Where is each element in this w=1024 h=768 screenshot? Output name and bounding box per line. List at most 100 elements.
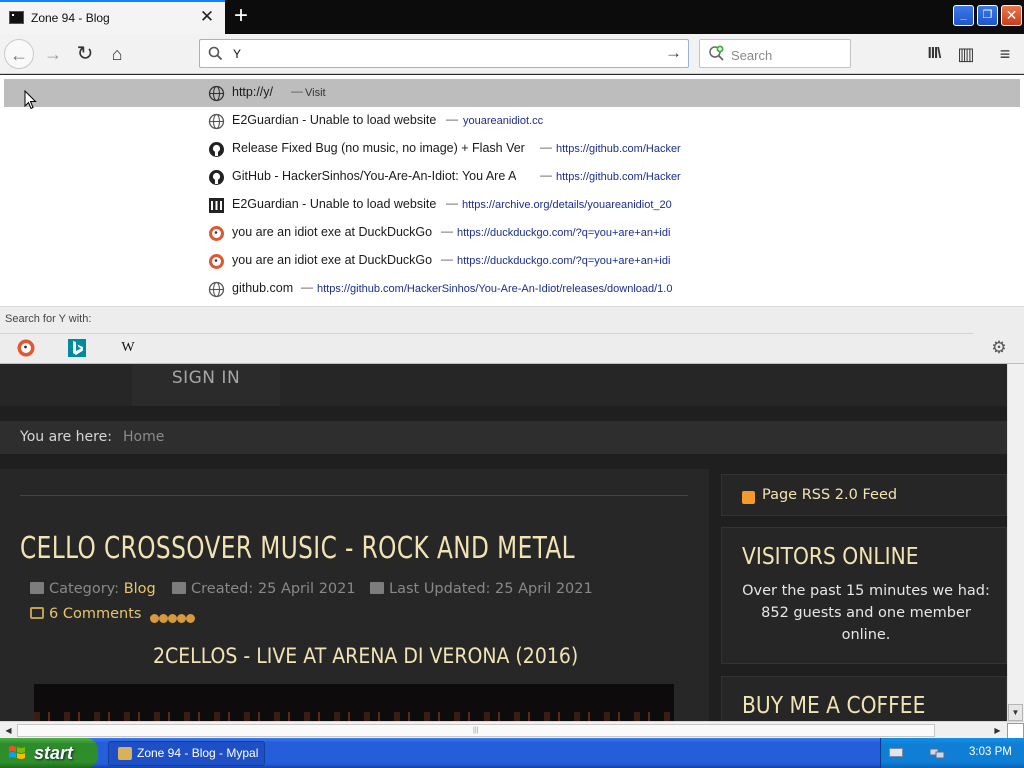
rating-star-icon[interactable] xyxy=(168,614,177,623)
search-input[interactable]: Search xyxy=(731,48,772,63)
github-icon xyxy=(209,170,224,185)
rating-star-icon[interactable] xyxy=(150,614,159,623)
category-label: Category: xyxy=(49,581,120,597)
rating-star-icon[interactable] xyxy=(159,614,168,623)
duckduckgo-engine-icon[interactable] xyxy=(16,338,36,358)
search-icon xyxy=(208,46,223,61)
keyboard-icon[interactable] xyxy=(889,748,903,757)
buy-me-a-coffee-module: BUY ME A COFFEE xyxy=(721,676,1007,721)
top-menu-bar: SIGN IN xyxy=(0,364,1007,406)
horizontal-scrollbar[interactable]: ◀ ||| ▶ xyxy=(0,721,1024,739)
suggestion-title: E2Guardian - Unable to load website xyxy=(232,197,437,211)
scroll-right-arrow-icon[interactable]: ▶ xyxy=(989,723,1006,738)
visitors-text: Over the past 15 minutes we had: 852 gue… xyxy=(742,583,990,643)
reload-button[interactable]: ↻ xyxy=(70,39,100,69)
home-button[interactable]: ⌂ xyxy=(102,39,132,69)
title-bar: Zone 94 - Blog ✕ + _ ❐ ✕ xyxy=(0,0,1024,34)
sidebar-toggle-button[interactable]: ▥ xyxy=(951,39,981,69)
suggestion-title: Release Fixed Bug (no music, no image) +… xyxy=(232,141,525,155)
scroll-down-arrow-icon[interactable]: ▼ xyxy=(1008,704,1023,721)
window-minimize-button[interactable]: _ xyxy=(953,5,974,26)
suggestion-separator: — xyxy=(301,280,313,294)
new-tab-button[interactable]: + xyxy=(229,3,253,29)
folder-icon xyxy=(30,582,44,594)
start-button[interactable]: start xyxy=(0,738,98,768)
grip-icon: ||| xyxy=(473,727,479,734)
scroll-left-arrow-icon[interactable]: ◀ xyxy=(0,723,17,738)
hamburger-menu-button[interactable]: ≡ xyxy=(990,39,1020,69)
horizontal-scroll-thumb[interactable]: ||| xyxy=(17,724,935,737)
category-link[interactable]: Blog xyxy=(124,581,156,597)
suggestion-url: https://github.com/Hacker xyxy=(556,171,681,183)
suggestion-row[interactable]: GitHub - HackerSinhos/You-Are-An-Idiot: … xyxy=(4,163,1020,191)
sign-in-link[interactable]: SIGN IN xyxy=(132,364,280,406)
url-input[interactable]: Y xyxy=(233,47,241,61)
suggestion-action: Visit xyxy=(305,87,326,99)
suggestion-title: http://y/ xyxy=(232,85,273,99)
suggestion-row[interactable]: E2Guardian - Unable to load website — yo… xyxy=(4,107,1020,135)
suggestion-row[interactable]: http://y/ — Visit xyxy=(4,79,1020,107)
archive-icon xyxy=(209,198,224,213)
suggestion-separator: — xyxy=(441,252,453,266)
tab-close-icon[interactable]: ✕ xyxy=(198,8,216,26)
mypal-app-icon xyxy=(118,747,132,760)
taskbar-window-item[interactable]: Zone 94 - Blog - Mypal xyxy=(108,741,265,766)
article-created-date: Created: 25 April 2021 xyxy=(172,581,356,597)
vertical-scrollbar[interactable] xyxy=(1007,364,1024,721)
window-maximize-button[interactable]: ❐ xyxy=(977,5,998,26)
video-title: 2CELLOS - LIVE AT ARENA DI VERONA (2016) xyxy=(153,644,579,668)
suggestion-row[interactable]: you are an idiot exe at DuckDuckGo — htt… xyxy=(4,247,1020,275)
comments-count: 6 Comments xyxy=(49,606,142,622)
url-suggestions-dropdown: http://y/ — Visit E2Guardian - Unable to… xyxy=(0,75,1024,306)
calendar-icon xyxy=(370,582,384,594)
search-with-label: Search for Y with: xyxy=(5,313,92,325)
mouse-cursor-icon xyxy=(24,90,37,110)
breadcrumb-label: You are here: xyxy=(20,429,112,445)
rating-star-icon[interactable] xyxy=(177,614,186,623)
comments-link[interactable]: 6 Comments xyxy=(30,606,141,622)
article-category: Category: Blog xyxy=(30,581,156,597)
divider xyxy=(0,333,974,334)
suggestion-row[interactable]: E2Guardian - Unable to load website — ht… xyxy=(4,191,1020,219)
library-button[interactable]: lll\ xyxy=(919,39,949,69)
rss-icon xyxy=(742,491,755,504)
tab-title: Zone 94 - Blog xyxy=(31,11,110,25)
navigation-toolbar: ← → ↻ ⌂ Y → Search lll\ ▥ ≡ xyxy=(0,34,1024,74)
search-bar[interactable]: Search xyxy=(699,39,851,68)
back-button[interactable]: ← xyxy=(4,39,34,69)
wikipedia-engine-icon[interactable]: W xyxy=(118,338,138,358)
forward-button[interactable]: → xyxy=(38,39,68,69)
network-icon[interactable] xyxy=(929,746,945,760)
system-tray: 3:03 PM xyxy=(880,738,1024,768)
window-close-button[interactable]: ✕ xyxy=(1001,5,1022,26)
created-text: Created: 25 April 2021 xyxy=(191,581,356,597)
suggestion-row[interactable]: you are an idiot exe at DuckDuckGo — htt… xyxy=(4,219,1020,247)
globe-icon xyxy=(208,113,225,130)
suggestion-url: https://archive.org/details/youareanidio… xyxy=(462,199,672,211)
bing-engine-icon[interactable] xyxy=(67,338,87,358)
go-arrow-icon[interactable]: → xyxy=(665,43,682,63)
calendar-icon xyxy=(172,582,186,594)
windows-taskbar: start Zone 94 - Blog - Mypal 3:03 PM xyxy=(0,738,1024,768)
scroll-corner xyxy=(1007,723,1024,739)
suggestion-row[interactable]: github.com — https://github.com/HackerSi… xyxy=(4,275,1020,303)
suggestion-title: github.com xyxy=(232,281,294,295)
rating-star-icon[interactable] xyxy=(186,614,195,623)
rss-feed-link[interactable]: Page RSS 2.0 Feed xyxy=(762,487,897,503)
suggestion-separator: — xyxy=(446,112,458,126)
search-settings-gear-icon[interactable]: ⚙ xyxy=(989,338,1009,358)
divider xyxy=(20,495,688,496)
start-label: start xyxy=(34,743,74,763)
tab-zone94-blog[interactable]: Zone 94 - Blog ✕ xyxy=(0,0,225,34)
taskbar-item-label: Zone 94 - Blog - Mypal xyxy=(137,746,259,760)
breadcrumb-home-link[interactable]: Home xyxy=(123,429,164,445)
url-bar[interactable]: Y → xyxy=(199,39,689,68)
screen: Zone 94 - Blog ✕ + _ ❐ ✕ ← → ↻ ⌂ Y → Sea… xyxy=(0,0,1024,768)
suggestion-row[interactable]: Release Fixed Bug (no music, no image) +… xyxy=(4,135,1020,163)
video-thumbnail[interactable] xyxy=(34,684,674,721)
suggestion-separator: — xyxy=(441,224,453,238)
suggestion-title: E2Guardian - Unable to load website xyxy=(232,113,437,127)
clock: 3:03 PM xyxy=(969,746,1012,758)
windows-flag-icon xyxy=(9,746,25,759)
rating-stars[interactable] xyxy=(150,608,195,623)
